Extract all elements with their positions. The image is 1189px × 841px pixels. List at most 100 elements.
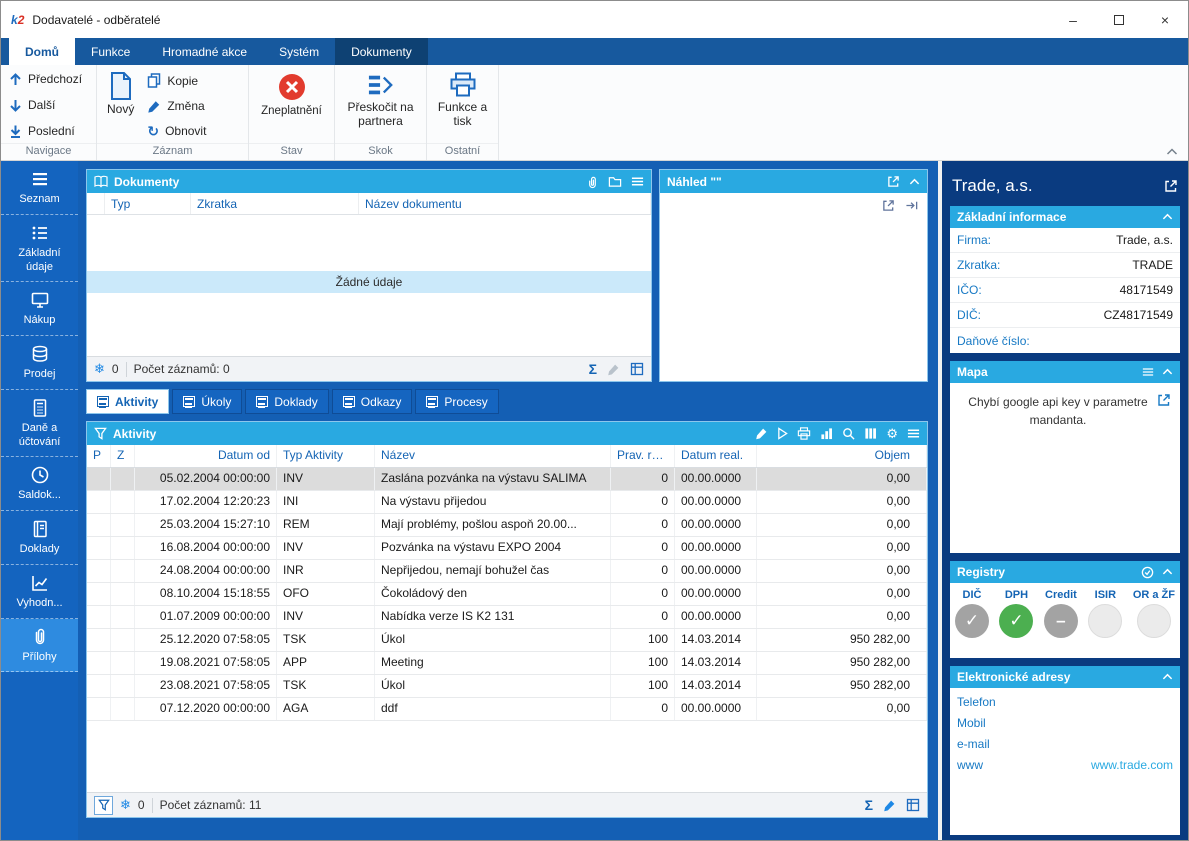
run-play-icon[interactable]: [777, 427, 788, 440]
section-header-zakladni[interactable]: Základní informace: [950, 206, 1180, 228]
maximize-button[interactable]: [1096, 1, 1142, 38]
posledni-button[interactable]: Poslední: [9, 124, 88, 138]
table-row[interactable]: 01.07.2009 00:00:00INVNabídka verze IS K…: [87, 606, 927, 629]
edit-pencil-icon[interactable]: [755, 427, 768, 440]
fit-width-icon[interactable]: [905, 199, 919, 212]
table-row[interactable]: 05.02.2004 00:00:00INVZaslána pozvánka n…: [87, 468, 927, 491]
address-row-telefon[interactable]: Telefon: [950, 691, 1180, 712]
table-row[interactable]: 07.12.2020 00:00:00AGAddf000.00.00000,00: [87, 698, 927, 721]
sidebar-item-zakladni-udaje[interactable]: Základní údaje: [1, 215, 78, 283]
grid-settings-icon[interactable]: [630, 362, 644, 376]
ribbon-tab-domu[interactable]: Domů: [9, 38, 75, 65]
folder-icon[interactable]: [608, 175, 622, 188]
address-row-mobil[interactable]: Mobil: [950, 712, 1180, 733]
obnovit-button[interactable]: ↻ Obnovit: [147, 124, 206, 138]
snowflake-icon[interactable]: ❄: [120, 797, 131, 813]
column-header-datum-real[interactable]: Datum real.: [675, 445, 757, 467]
registry-item-dph[interactable]: DPH✓: [999, 589, 1033, 658]
registry-item-isir[interactable]: ISIR: [1088, 589, 1122, 658]
sidebar-item-nakup[interactable]: Nákup: [1, 282, 78, 336]
gear-icon[interactable]: ⚙: [886, 427, 898, 440]
ribbon-tab-system[interactable]: Systém: [263, 38, 335, 65]
column-header-datum-od[interactable]: Datum od: [135, 445, 277, 467]
tab-aktivity[interactable]: Aktivity: [86, 389, 169, 414]
table-row[interactable]: 19.08.2021 07:58:05APPMeeting10014.03.20…: [87, 652, 927, 675]
check-circle-icon[interactable]: [1141, 566, 1154, 579]
minimize-button[interactable]: –: [1050, 1, 1096, 38]
tab-doklady[interactable]: Doklady: [245, 389, 328, 414]
search-icon[interactable]: [842, 427, 855, 440]
sum-icon[interactable]: Σ: [589, 362, 597, 376]
filter-active-button[interactable]: [94, 796, 113, 815]
sidebar-item-prilohy[interactable]: Přílohy: [1, 619, 78, 673]
preskocit-na-partnera-button[interactable]: Přeskočit na partnera: [341, 70, 420, 141]
registry-item-or-a-zf[interactable]: OR a ŽF: [1133, 589, 1175, 658]
sidebar-item-vyhodnoceni[interactable]: Vyhodn...: [1, 565, 78, 619]
collapse-chevron-icon[interactable]: [1162, 568, 1173, 576]
ribbon-collapse-button[interactable]: [1166, 148, 1178, 156]
snowflake-icon[interactable]: ❄: [94, 361, 105, 377]
table-row[interactable]: 24.08.2004 00:00:00INRNepřijedou, nemají…: [87, 560, 927, 583]
ribbon-tab-funkce[interactable]: Funkce: [75, 38, 146, 65]
menu-icon[interactable]: [907, 427, 920, 440]
grid-settings-icon[interactable]: [906, 798, 920, 812]
section-header-adresy[interactable]: Elektronické adresy: [950, 666, 1180, 688]
table-row[interactable]: 08.10.2004 15:18:55OFOČokoládový den000.…: [87, 583, 927, 606]
table-row[interactable]: 16.08.2004 00:00:00INVPozvánka na výstav…: [87, 537, 927, 560]
sidebar-item-saldokonto[interactable]: Saldok...: [1, 457, 78, 511]
table-row[interactable]: 17.02.2004 12:20:23ININa výstavu přijedo…: [87, 491, 927, 514]
address-row-www[interactable]: wwwwww.trade.com: [950, 754, 1180, 775]
tab-odkazy[interactable]: Odkazy: [332, 389, 413, 414]
sidebar-item-doklady[interactable]: Doklady: [1, 511, 78, 565]
novy-button[interactable]: Nový: [103, 70, 138, 141]
predchozi-button[interactable]: Předchozí: [9, 72, 88, 86]
zmena-button[interactable]: Změna: [147, 99, 206, 114]
sum-icon[interactable]: Σ: [865, 798, 873, 812]
tab-procesy[interactable]: Procesy: [415, 389, 498, 414]
column-header-zkratka[interactable]: Zkratka: [191, 193, 359, 214]
dokumenty-table-body[interactable]: Žádné údaje: [87, 215, 651, 356]
table-row[interactable]: 25.03.2004 15:27:10REMMají problémy, poš…: [87, 514, 927, 537]
menu-icon[interactable]: [631, 175, 644, 188]
table-row[interactable]: 25.12.2020 07:58:05TSKÚkol10014.03.20149…: [87, 629, 927, 652]
print-icon[interactable]: [797, 427, 811, 440]
edit-pencil-icon[interactable]: [607, 363, 620, 376]
kopie-button[interactable]: Kopie: [147, 73, 206, 88]
collapse-chevron-icon[interactable]: [909, 178, 920, 186]
columns-icon[interactable]: [864, 427, 877, 440]
sidebar-item-seznam[interactable]: Seznam: [1, 161, 78, 215]
column-header-p[interactable]: P: [87, 445, 111, 467]
attachment-paperclip-icon[interactable]: [586, 175, 599, 189]
tab-ukoly[interactable]: Úkoly: [172, 389, 242, 414]
section-header-registry[interactable]: Registry: [950, 561, 1180, 583]
popout-icon[interactable]: [1164, 179, 1178, 193]
column-header-prav-real[interactable]: Prav. real.: [611, 445, 675, 467]
collapse-chevron-icon[interactable]: [1162, 368, 1173, 376]
popout-icon[interactable]: [887, 175, 900, 188]
table-row[interactable]: 23.08.2021 07:58:05TSKÚkol10014.03.20149…: [87, 675, 927, 698]
close-button[interactable]: ×: [1142, 1, 1188, 38]
column-header-z[interactable]: Z: [111, 445, 135, 467]
sidebar-item-prodej[interactable]: Prodej: [1, 336, 78, 390]
column-header-typ-aktivity[interactable]: Typ Aktivity: [277, 445, 375, 467]
collapse-chevron-icon[interactable]: [1162, 673, 1173, 681]
zneplatneni-button[interactable]: Zneplatnění: [257, 70, 326, 141]
dalsi-button[interactable]: Další: [9, 98, 88, 112]
open-external-icon[interactable]: [1157, 393, 1171, 407]
sidebar-item-dane-a-uctovani[interactable]: Daně a účtování: [1, 390, 78, 458]
open-external-icon[interactable]: [882, 199, 895, 212]
column-header-objem[interactable]: Objem: [757, 445, 927, 467]
funkce-a-tisk-button[interactable]: Funkce a tisk: [433, 70, 492, 141]
bar-chart-icon[interactable]: [820, 427, 833, 440]
collapse-chevron-icon[interactable]: [1162, 213, 1173, 221]
edit-pencil-icon[interactable]: [883, 799, 896, 812]
section-header-mapa[interactable]: Mapa: [950, 361, 1180, 383]
column-header-typ[interactable]: Typ: [105, 193, 191, 214]
registry-item-credit[interactable]: Credit–: [1044, 589, 1078, 658]
ribbon-tab-hromadne-akce[interactable]: Hromadné akce: [146, 38, 263, 65]
menu-icon[interactable]: [1142, 366, 1154, 378]
registry-item-dic[interactable]: DIČ✓: [955, 589, 989, 658]
address-row-e-mail[interactable]: e-mail: [950, 733, 1180, 754]
column-header-nazev[interactable]: Název: [375, 445, 611, 467]
ribbon-tab-dokumenty[interactable]: Dokumenty: [335, 38, 428, 65]
